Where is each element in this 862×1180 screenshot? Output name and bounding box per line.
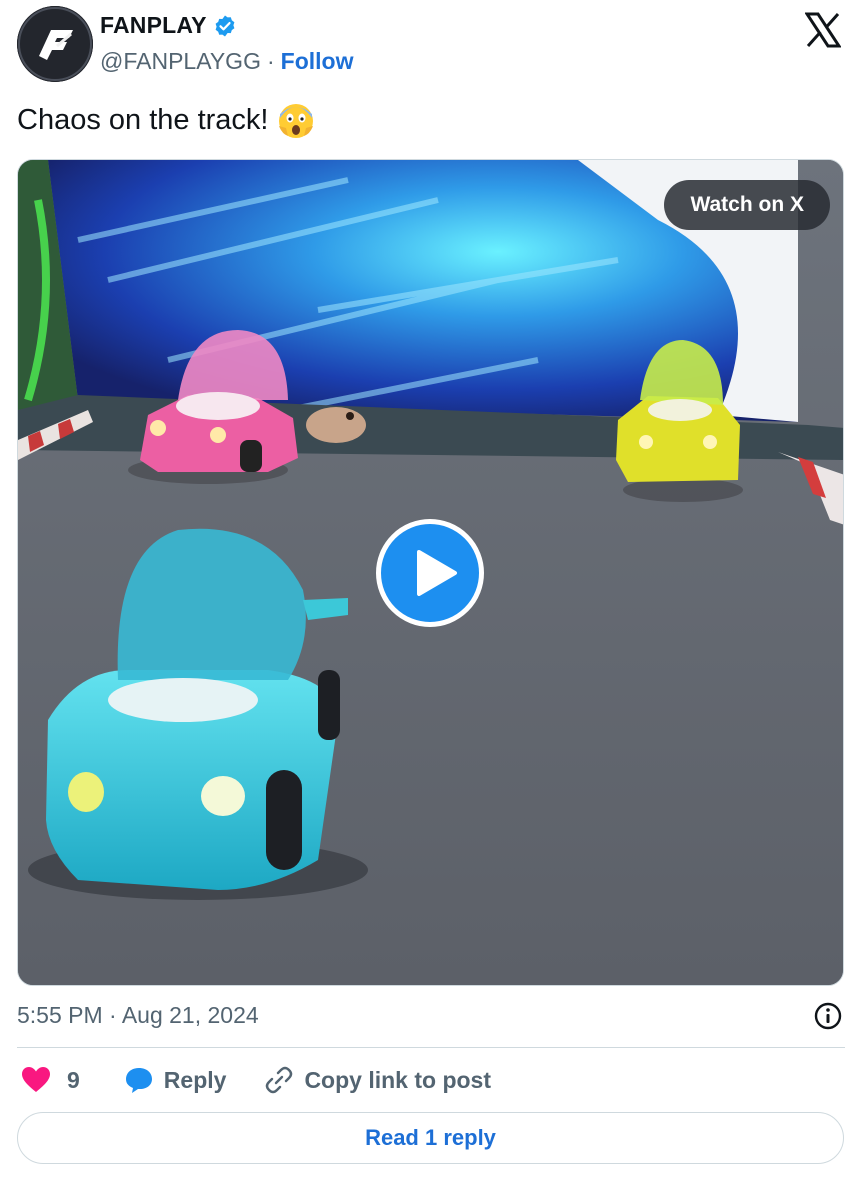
fanplay-logo-icon [17, 6, 93, 82]
verified-badge-icon [215, 15, 235, 36]
author-handle[interactable]: @FANPLAYGG [100, 48, 261, 75]
tweet-header: FANPLAY @FANPLAYGG · Follow [17, 6, 845, 86]
video-player[interactable]: Watch on X [17, 159, 844, 986]
watch-on-x-button[interactable]: Watch on X [664, 180, 830, 230]
reply-bubble-icon [125, 1068, 152, 1093]
like-button[interactable]: 9 [21, 1066, 80, 1094]
reply-label: Reply [163, 1066, 227, 1093]
like-count: 9 [67, 1066, 80, 1093]
tweet-text: Chaos on the track! [17, 100, 316, 140]
author-name-row: FANPLAY [100, 12, 237, 39]
author-handle-row: @FANPLAYGG · Follow [100, 48, 353, 75]
tweet-meta: 5:55 PM · Aug 21, 2024 [17, 1000, 845, 1034]
handle-separator: · [266, 48, 275, 74]
copy-link-button[interactable]: Copy link to post [264, 1065, 491, 1095]
face-screaming-in-fear-icon [279, 104, 314, 138]
reply-button[interactable]: Reply [124, 1066, 227, 1094]
read-replies-button[interactable]: Read 1 reply [17, 1112, 844, 1164]
tweet-text-content: Chaos on the track! [17, 103, 269, 136]
avatar[interactable] [17, 6, 93, 82]
divider [17, 1047, 845, 1048]
x-logo-icon[interactable] [805, 12, 841, 48]
timestamp[interactable]: 5:55 PM · Aug 21, 2024 [17, 1002, 259, 1029]
follow-button[interactable]: Follow [281, 48, 354, 75]
action-bar: 9 Reply Copy link to post [17, 1060, 845, 1100]
copy-link-label: Copy link to post [304, 1066, 491, 1093]
info-icon[interactable] [813, 1001, 843, 1031]
play-icon [417, 550, 457, 596]
display-name[interactable]: FANPLAY [100, 12, 207, 39]
play-button[interactable] [376, 519, 484, 627]
link-icon [266, 1066, 293, 1094]
heart-icon [22, 1067, 50, 1092]
